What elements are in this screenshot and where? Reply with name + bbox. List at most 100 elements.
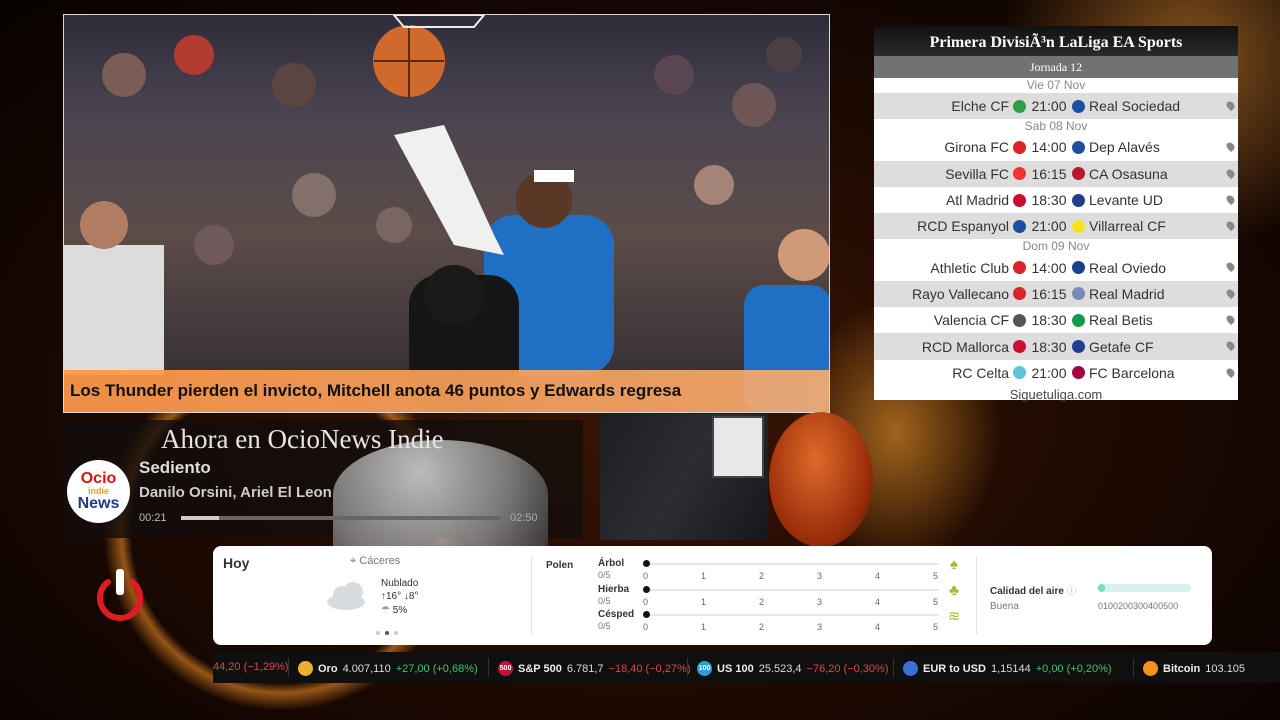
- pollen-scale: 0 1 2 3 4 5: [643, 571, 943, 581]
- power-icon[interactable]: [94, 566, 146, 624]
- away-crest-icon: [1072, 193, 1085, 207]
- info-icon[interactable]: ⓘ: [1067, 586, 1077, 597]
- home-crest-icon: [1013, 193, 1026, 207]
- progress-bar[interactable]: [181, 516, 501, 520]
- grass-icon: ♣: [949, 582, 959, 599]
- away-crest-icon: [1072, 140, 1085, 154]
- away-crest-icon: [1072, 366, 1085, 380]
- temp-low: 8°: [408, 591, 419, 602]
- match-time: 21:00: [1031, 364, 1067, 381]
- carousel-dot[interactable]: [376, 631, 380, 635]
- ticker-separator: [288, 658, 289, 677]
- home-crest-icon: [1013, 167, 1026, 181]
- match-time: 18:30: [1031, 192, 1067, 209]
- pollen-tick: 0: [643, 571, 649, 581]
- ticker-item[interactable]: Oro 4.007,110 +27,00 (+0,68%): [298, 661, 478, 676]
- match-row[interactable]: RCD Mallorca 18:30 Getafe CF: [874, 333, 1238, 360]
- asset-change: 44,20 (−1,29%): [213, 661, 289, 673]
- away-crest-icon: [1072, 313, 1085, 327]
- weather-today-label: Hoy: [223, 555, 250, 571]
- pollen-tick: 0: [643, 597, 649, 607]
- asset-icon: 500: [498, 661, 513, 676]
- laliga-footer-link[interactable]: Siguetuliga.com: [874, 387, 1238, 402]
- home-crest-icon: [1013, 287, 1026, 301]
- song-title: Sediento: [139, 458, 211, 477]
- away-team: Real Madrid: [1089, 285, 1165, 302]
- ticker-separator: [1133, 658, 1134, 677]
- ticker-item[interactable]: 500 S&P 500 6.781,7 −18,40 (−0,27%): [498, 661, 690, 676]
- weather-rain: ☂ 5%: [381, 605, 407, 616]
- pollen-type: Césped: [598, 609, 635, 620]
- ticker-item[interactable]: Bitcoin 103.105: [1143, 661, 1245, 676]
- pollen-track: [646, 563, 939, 565]
- away-team: FC Barcelona: [1089, 364, 1175, 381]
- air-quality-fill: [1098, 584, 1105, 592]
- divider: [976, 556, 977, 634]
- laliga-matches: Vie 07 Nov Elche CF 21:00 Real Sociedad Sab …: [874, 78, 1238, 386]
- asset-icon: [298, 661, 313, 676]
- pollen-row: Césped 0/5 0 1 2 3 4 5 ≋: [598, 608, 968, 633]
- match-date: Vie 07 Nov: [1026, 78, 1086, 92]
- away-crest-icon: [1072, 99, 1085, 113]
- logo-text-ocio: Ocio: [80, 470, 117, 487]
- home-crest-icon: [1013, 340, 1026, 354]
- ocionews-logo: Ocio indie News: [67, 460, 130, 523]
- logo-text-news: News: [77, 495, 120, 512]
- home-crest-icon: [1013, 219, 1026, 233]
- video-window-shape: [712, 416, 764, 478]
- home-team: Sevilla FC: [945, 165, 1009, 182]
- home-team: RCD Mallorca: [921, 338, 1009, 355]
- match-row[interactable]: Elche CF 21:00 Real Sociedad: [874, 93, 1238, 120]
- asset-icon: [903, 661, 918, 676]
- weather-widget: Hoy ⌖ Cáceres Nublado ↑16° ↓8° ☂ 5% Pole…: [213, 546, 1212, 645]
- ticker-item[interactable]: EUR to USD 1,15144 +0,00 (+0,20%): [903, 661, 1112, 676]
- match-row[interactable]: Athletic Club 14:00 Real Oviedo: [874, 254, 1238, 280]
- lawn-icon: ≋: [947, 608, 961, 625]
- weather-location[interactable]: ⌖ Cáceres: [350, 555, 400, 568]
- news-headline-bar[interactable]: Los Thunder pierden el invicto, Mitchell…: [64, 370, 829, 412]
- weather-condition: Nublado: [381, 578, 419, 589]
- ticker-item[interactable]: 44,20 (−1,29%): [213, 661, 289, 673]
- match-row[interactable]: Valencia CF 18:30 Real Betis: [874, 307, 1238, 333]
- pollen-tick: 5: [933, 597, 939, 607]
- home-crest-icon: [1013, 140, 1026, 154]
- home-team: RCD Espanyol: [917, 218, 1009, 235]
- pollen-score: 0/5: [598, 596, 611, 606]
- match-row[interactable]: Rayo Vallecano 16:15 Real Madrid: [874, 280, 1238, 308]
- carousel-dot[interactable]: [394, 631, 398, 635]
- pollen-tick: 5: [933, 622, 939, 632]
- match-time: 16:15: [1031, 165, 1067, 182]
- pollen-type: Árbol: [598, 558, 625, 569]
- radio-player: Ahora en OcioNews Indie Ocio indie News …: [63, 420, 583, 550]
- match-row[interactable]: Girona FC 14:00 Dep Alavés: [874, 134, 1238, 160]
- asset-change: −18,40 (−0,27%): [608, 662, 691, 675]
- match-row[interactable]: Atl Madrid 18:30 Levante UD: [874, 187, 1238, 213]
- match-time: 21:00: [1031, 218, 1067, 235]
- pollen-tick: 4: [875, 622, 881, 632]
- time-current: 00:21: [139, 512, 167, 524]
- american-football-image: [769, 412, 873, 547]
- pollen-tick: 5: [933, 571, 939, 581]
- pollen-level-dot: [643, 560, 650, 567]
- carousel-dots[interactable]: [376, 631, 398, 635]
- progress-fill: [181, 516, 220, 520]
- news-photo[interactable]: Los Thunder pierden el invicto, Mitchell…: [63, 14, 830, 413]
- away-team: Dep Alavés: [1089, 139, 1160, 156]
- match-row[interactable]: RC Celta 21:00 FC Barcelona: [874, 360, 1238, 386]
- air-quality-scale: 0100200300400500: [1098, 601, 1179, 611]
- time-total: 02:50: [510, 512, 538, 524]
- asset-icon: [1143, 661, 1158, 676]
- asset-value: 6.781,7: [566, 662, 604, 675]
- basketball-photo-illustration: [64, 15, 829, 412]
- pollen-tick: 2: [759, 571, 765, 581]
- pollen-tick: 3: [817, 622, 823, 632]
- ticker-item[interactable]: 100 US 100 25.523,4 −76,20 (−0,30%): [697, 661, 888, 676]
- match-row[interactable]: RCD Espanyol 21:00 Villarreal CF: [874, 213, 1238, 240]
- match-time: 18:30: [1031, 312, 1067, 329]
- match-row[interactable]: Sevilla FC 16:15 CA Osasuna: [874, 160, 1238, 187]
- video-thumbnail[interactable]: [600, 414, 768, 540]
- asset-icon: 100: [697, 661, 712, 676]
- carousel-dot-active[interactable]: [385, 631, 389, 635]
- air-quality-bar: [1098, 584, 1191, 592]
- news-headline[interactable]: Los Thunder pierden el invicto, Mitchell…: [70, 381, 681, 401]
